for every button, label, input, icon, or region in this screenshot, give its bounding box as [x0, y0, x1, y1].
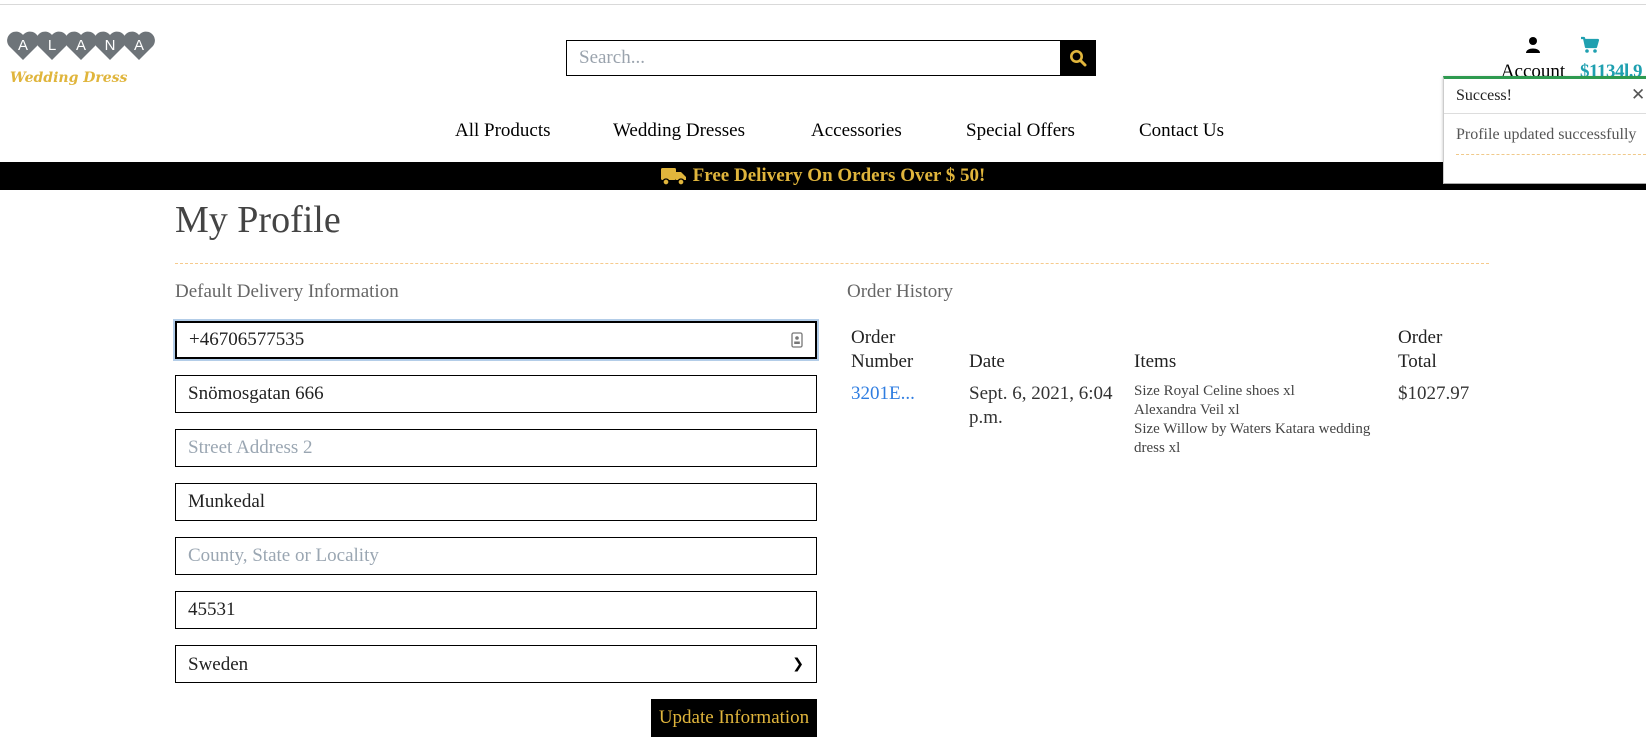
chevron-down-icon: ❯ [792, 656, 804, 672]
toast-divider [1456, 154, 1646, 155]
search-button[interactable] [1060, 40, 1096, 76]
nav-wedding-dresses[interactable]: Wedding Dresses [613, 120, 745, 142]
order-item: Alexandra Veil xl [1134, 402, 1240, 418]
user-icon [1526, 37, 1540, 53]
town-input[interactable] [188, 491, 804, 513]
nav-accessories[interactable]: Accessories [811, 120, 902, 142]
logo-tagline: Wedding Dress [10, 70, 128, 86]
browser-top-edge [0, 0, 1646, 5]
main-nav: All Products Wedding Dresses Accessories… [0, 120, 1646, 150]
title-divider [175, 263, 1489, 264]
col-header-order-number: Order Number [851, 327, 914, 372]
delivery-banner: Free Delivery On Orders Over $ 50! [0, 162, 1646, 190]
search-icon [1070, 50, 1087, 67]
contact-card-icon [791, 332, 803, 348]
col-header-date: Date [969, 351, 1005, 372]
update-information-button[interactable]: Update Information [651, 699, 817, 737]
logo-letter: N [105, 37, 116, 54]
order-item: Size Royal Celine shoes xl [1134, 383, 1295, 399]
logo-letter: A [134, 37, 144, 54]
toast-header: Success! ✕ [1444, 79, 1646, 114]
cart-icon [1581, 36, 1600, 53]
nav-special-offers[interactable]: Special Offers [966, 120, 1075, 142]
country-select[interactable]: Sweden [188, 653, 793, 675]
postcode-input[interactable] [188, 599, 804, 621]
page-title: My Profile [175, 199, 341, 241]
order-date: Sept. 6, 2021, 6:04 p.m. [969, 383, 1113, 428]
phone-field[interactable] [175, 321, 817, 359]
street-address-2-field[interactable] [175, 429, 817, 467]
street-address-1-input[interactable] [188, 383, 804, 405]
postcode-field[interactable] [175, 591, 817, 629]
order-history-heading: Order History [847, 281, 954, 302]
search-bar [566, 40, 1096, 76]
order-number-link[interactable]: 3201E... [851, 382, 915, 406]
nav-contact-us[interactable]: Contact Us [1139, 120, 1224, 142]
street-address-1-field[interactable] [175, 375, 817, 413]
banner-text: Free Delivery On Orders Over $ 50! [692, 165, 986, 186]
nav-all-products[interactable]: All Products [455, 120, 551, 142]
order-total: $1027.97 [1398, 383, 1470, 404]
order-items: Size Royal Celine shoes xl Alexandra Vei… [1134, 382, 1384, 458]
phone-input[interactable] [189, 329, 791, 351]
toast-message: Profile updated successfully [1456, 126, 1637, 143]
street-address-2-input[interactable] [188, 437, 804, 459]
county-field[interactable] [175, 537, 817, 575]
search-input[interactable] [566, 40, 1060, 76]
close-icon[interactable]: ✕ [1631, 85, 1645, 105]
logo-hearts: A L A N A Wedding Dress [7, 31, 155, 86]
success-toast: Success! ✕ Profile updated successfully [1443, 76, 1646, 184]
col-header-items: Items [1134, 351, 1177, 372]
col-header-order-total: Order Total [1398, 327, 1443, 372]
country-field[interactable]: Sweden ❯ [175, 645, 817, 683]
toast-title: Success! [1456, 87, 1512, 104]
truck-icon [660, 168, 686, 186]
delivery-heading: Default Delivery Information [175, 281, 399, 302]
logo-letter: A [18, 37, 28, 54]
site-logo[interactable]: A L A N A Wedding Dress [6, 16, 176, 88]
town-field[interactable] [175, 483, 817, 521]
order-item: Size Willow by Waters Katara wedding dre… [1134, 421, 1371, 456]
logo-letter: A [76, 37, 86, 54]
county-input[interactable] [188, 545, 804, 567]
logo-letter: L [48, 37, 56, 54]
